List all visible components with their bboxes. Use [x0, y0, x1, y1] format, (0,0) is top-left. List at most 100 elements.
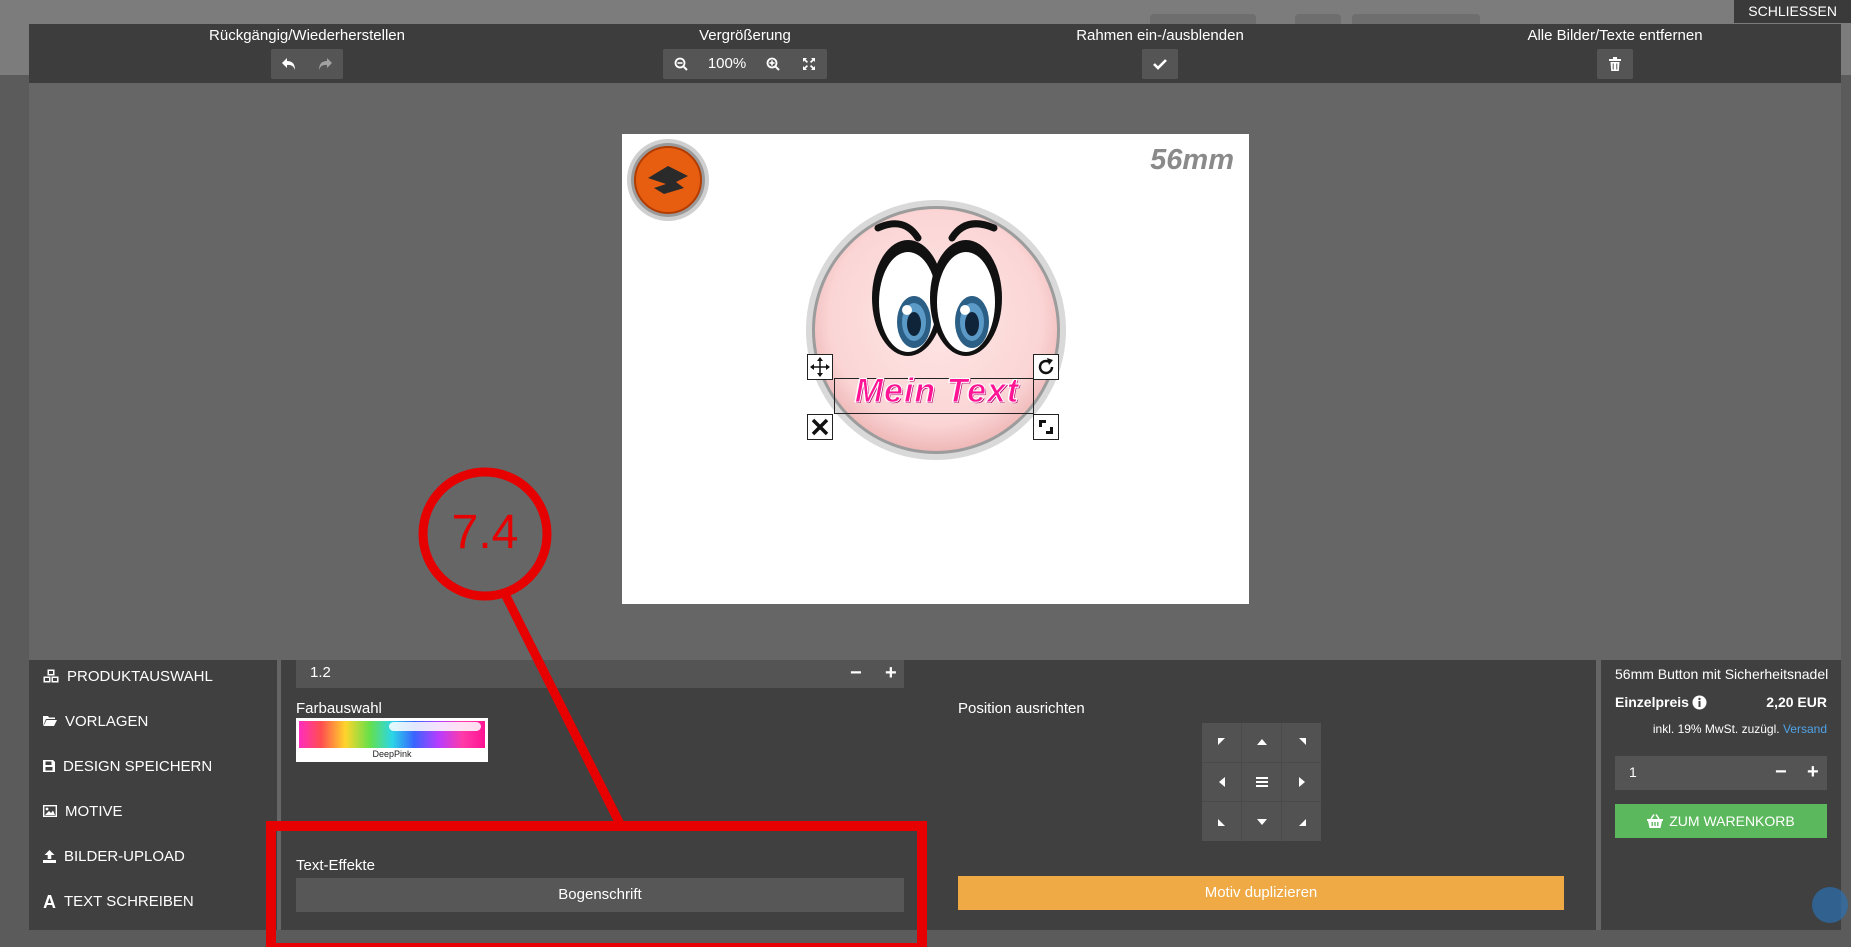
align-left-button[interactable]	[1202, 762, 1241, 802]
cubes-icon	[43, 669, 59, 683]
arrow-left-icon	[1218, 776, 1225, 787]
cart-panel: 56mm Button mit Sicherheitsnadel Einzelp…	[1601, 660, 1841, 930]
zoom-out-button[interactable]	[663, 49, 699, 79]
align-top-left-button[interactable]	[1202, 723, 1241, 762]
chat-widget-button[interactable]	[1812, 887, 1848, 923]
arrow-bottom-left-icon	[1217, 818, 1225, 826]
annotation-step-label: 7.4	[451, 506, 519, 559]
align-bottom-button[interactable]	[1242, 802, 1281, 841]
menu-item-produktauswahl[interactable]: PRODUKTAUSWAHL	[43, 664, 213, 688]
redo-icon	[319, 58, 332, 70]
zoom-group: Vergrößerung 100%	[615, 24, 875, 79]
bars-icon	[1255, 776, 1268, 787]
trash-icon	[1609, 57, 1621, 71]
line-height-stepper[interactable]: 1.2 − +	[296, 660, 904, 688]
menu-item-label: MOTIVE	[65, 802, 123, 820]
menu-item-motive[interactable]: MOTIVE	[43, 799, 123, 823]
tax-note-text: inkl. 19% MwSt. zuzügl.	[1652, 722, 1780, 736]
menu-item-label: BILDER-UPLOAD	[64, 847, 185, 865]
quantity-value: 1	[1629, 764, 1637, 780]
close-editor-button[interactable]: SCHLIESSEN	[1734, 0, 1851, 23]
design-canvas[interactable]: 56mm Mein Text	[622, 134, 1249, 604]
zoom-in-button[interactable]	[755, 49, 791, 79]
rotate-icon	[1038, 358, 1054, 375]
editor-toolbar: Rückgängig/Wiederherstellen Vergrößerung…	[29, 24, 1841, 83]
frame-toggle-button[interactable]	[1142, 49, 1178, 79]
unit-price-label-text: Einzelpreis	[1615, 694, 1689, 710]
align-bottom-right-button[interactable]	[1282, 802, 1321, 841]
rotate-handle[interactable]	[1033, 354, 1059, 380]
quantity-stepper[interactable]: 1 − +	[1615, 756, 1827, 790]
fit-screen-button[interactable]	[791, 49, 827, 79]
menu-item-design-speichern[interactable]: DESIGN SPEICHERN	[43, 754, 212, 778]
arc-text-button[interactable]: Bogenschrift	[296, 878, 904, 912]
arrow-down-icon	[1256, 818, 1267, 825]
menu-item-label: DESIGN SPEICHERN	[63, 757, 213, 775]
quantity-plus-button[interactable]: +	[1807, 760, 1819, 784]
redo-button[interactable]	[307, 49, 343, 79]
undo-button[interactable]	[271, 49, 307, 79]
text-effects-label: Text-Effekte	[296, 857, 375, 874]
undo-icon	[282, 58, 295, 70]
duplicate-motif-button[interactable]: Motiv duplizieren	[958, 876, 1564, 910]
resize-handle[interactable]	[1033, 414, 1059, 440]
zoom-out-icon	[674, 57, 688, 71]
frame-toggle-group: Rahmen ein-/ausblenden	[1035, 24, 1285, 79]
color-name: DeepPink	[372, 749, 412, 759]
move-handle[interactable]	[807, 354, 833, 380]
minus-button[interactable]: −	[850, 661, 862, 685]
tax-note: inkl. 19% MwSt. zuzügl. Versand	[1653, 722, 1827, 736]
delete-handle[interactable]	[807, 414, 833, 440]
zoom-level: 100%	[707, 55, 747, 72]
color-picker[interactable]: DeepPink	[296, 718, 488, 762]
unit-price-label: Einzelpreis	[1615, 694, 1707, 710]
menu-item-vorlagen[interactable]: VORLAGEN	[43, 709, 148, 733]
button-preview	[806, 200, 1066, 460]
align-center-button[interactable]	[1242, 762, 1281, 802]
frame-toggle-label: Rahmen ein-/ausblenden	[1076, 27, 1244, 44]
check-icon	[1153, 59, 1167, 70]
save-icon	[43, 760, 55, 772]
color-gradient	[299, 721, 485, 748]
menu-item-label: VORLAGEN	[65, 712, 149, 730]
properties-panel: 1.2 − + Farbauswahl DeepPink Text-Effekt…	[281, 660, 1838, 930]
folder-open-icon	[43, 716, 57, 726]
arrow-right-icon	[1298, 776, 1305, 787]
quantity-minus-button[interactable]: −	[1775, 760, 1787, 784]
product-name: 56mm Button mit Sicherheitsnadel	[1615, 666, 1829, 682]
info-icon[interactable]	[1692, 695, 1707, 710]
zoom-label: Vergrößerung	[699, 27, 791, 44]
image-icon	[43, 805, 57, 817]
position-align-grid	[1202, 723, 1321, 841]
align-right-button[interactable]	[1282, 762, 1321, 802]
undo-redo-label: Rückgängig/Wiederherstellen	[209, 27, 405, 44]
align-bottom-left-button[interactable]	[1202, 802, 1241, 841]
menu-item-bilder-upload[interactable]: BILDER-UPLOAD	[43, 844, 185, 868]
position-label: Position ausrichten	[958, 700, 1085, 717]
clear-all-button[interactable]	[1597, 49, 1633, 79]
shipping-link[interactable]: Versand	[1783, 722, 1827, 736]
line-height-value: 1.2	[310, 664, 331, 681]
side-menu: PRODUKTAUSWAHL VORLAGEN DESIGN SPEICHERN…	[29, 660, 277, 930]
resize-icon	[1039, 420, 1053, 434]
move-icon	[810, 357, 830, 377]
upload-icon	[43, 849, 56, 863]
arrow-bottom-right-icon	[1298, 818, 1306, 826]
menu-item-label: PRODUKTAUSWAHL	[67, 667, 213, 685]
add-to-cart-button[interactable]: ZUM WARENKORB	[1615, 804, 1827, 838]
arrow-up-icon	[1256, 739, 1267, 746]
arrow-top-right-icon	[1298, 738, 1306, 746]
text-object[interactable]: Mein Text	[822, 372, 1052, 411]
shopping-basket-icon	[1647, 814, 1664, 828]
button-size-label: 56mm	[1150, 144, 1234, 176]
menu-item-text-schreiben[interactable]: TEXT SCHREIBEN	[43, 889, 194, 913]
plus-button[interactable]: +	[885, 661, 897, 685]
zoom-in-icon	[766, 57, 780, 71]
color-label: Farbauswahl	[296, 700, 382, 717]
clear-all-group: Alle Bilder/Texte entfernen	[1465, 24, 1765, 79]
font-icon	[43, 894, 56, 908]
expand-icon	[803, 58, 815, 70]
align-top-button[interactable]	[1242, 723, 1281, 762]
align-top-right-button[interactable]	[1282, 723, 1321, 762]
undo-redo-group: Rückgängig/Wiederherstellen	[157, 24, 457, 79]
